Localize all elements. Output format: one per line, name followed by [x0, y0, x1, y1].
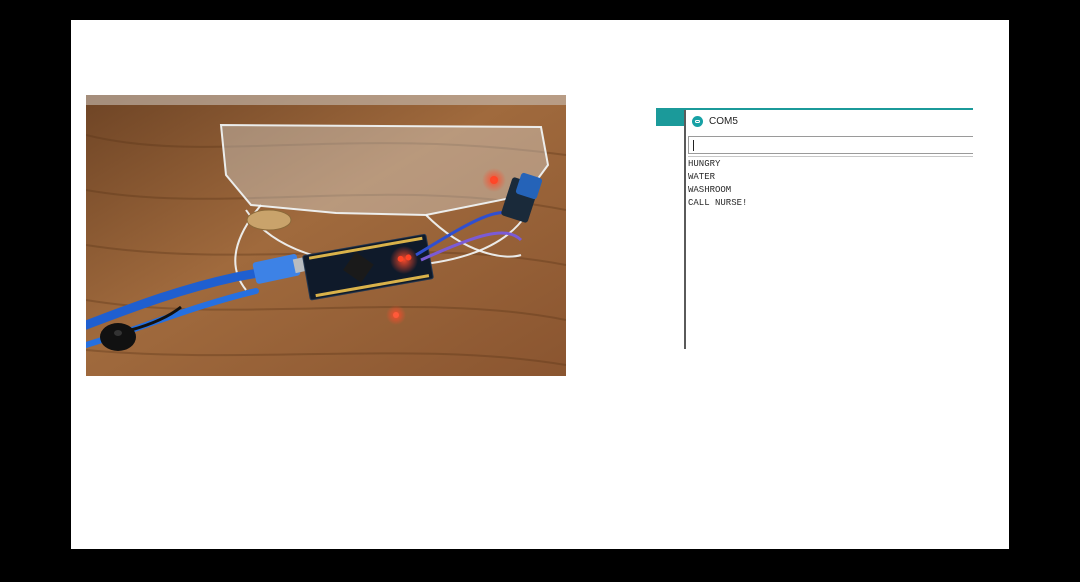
text-caret: [693, 140, 694, 151]
background-wall: [86, 95, 566, 105]
serial-monitor-window: COM5 HUNGRY WATER WASHROOM CALL NURSE!: [684, 110, 973, 349]
serial-input-field[interactable]: [689, 140, 973, 157]
serial-monitor: COM5 HUNGRY WATER WASHROOM CALL NURSE!: [656, 108, 973, 349]
serial-output-log: HUNGRY WATER WASHROOM CALL NURSE!: [688, 158, 973, 210]
output-line: WASHROOM: [688, 185, 732, 195]
window-title: COM5: [709, 115, 738, 127]
screen-background: COM5 HUNGRY WATER WASHROOM CALL NURSE!: [0, 0, 1080, 582]
prototype-photo-drawing: [86, 95, 566, 376]
serial-input-box[interactable]: [688, 136, 973, 157]
coin: [246, 209, 292, 231]
editor-toolbar-strip: [656, 108, 685, 126]
reflection-dot: [393, 312, 399, 318]
output-line: HUNGRY: [688, 159, 721, 169]
output-line: WATER: [688, 172, 716, 182]
serial-monitor-titlebar: COM5: [686, 110, 973, 132]
arduino-icon: [692, 115, 703, 127]
presentation-slide: COM5 HUNGRY WATER WASHROOM CALL NURSE!: [71, 20, 1009, 549]
input-divider: [688, 156, 973, 157]
output-line: CALL NURSE!: [688, 198, 748, 208]
prototype-photo: [86, 95, 566, 376]
board-led-glow: [390, 246, 418, 274]
